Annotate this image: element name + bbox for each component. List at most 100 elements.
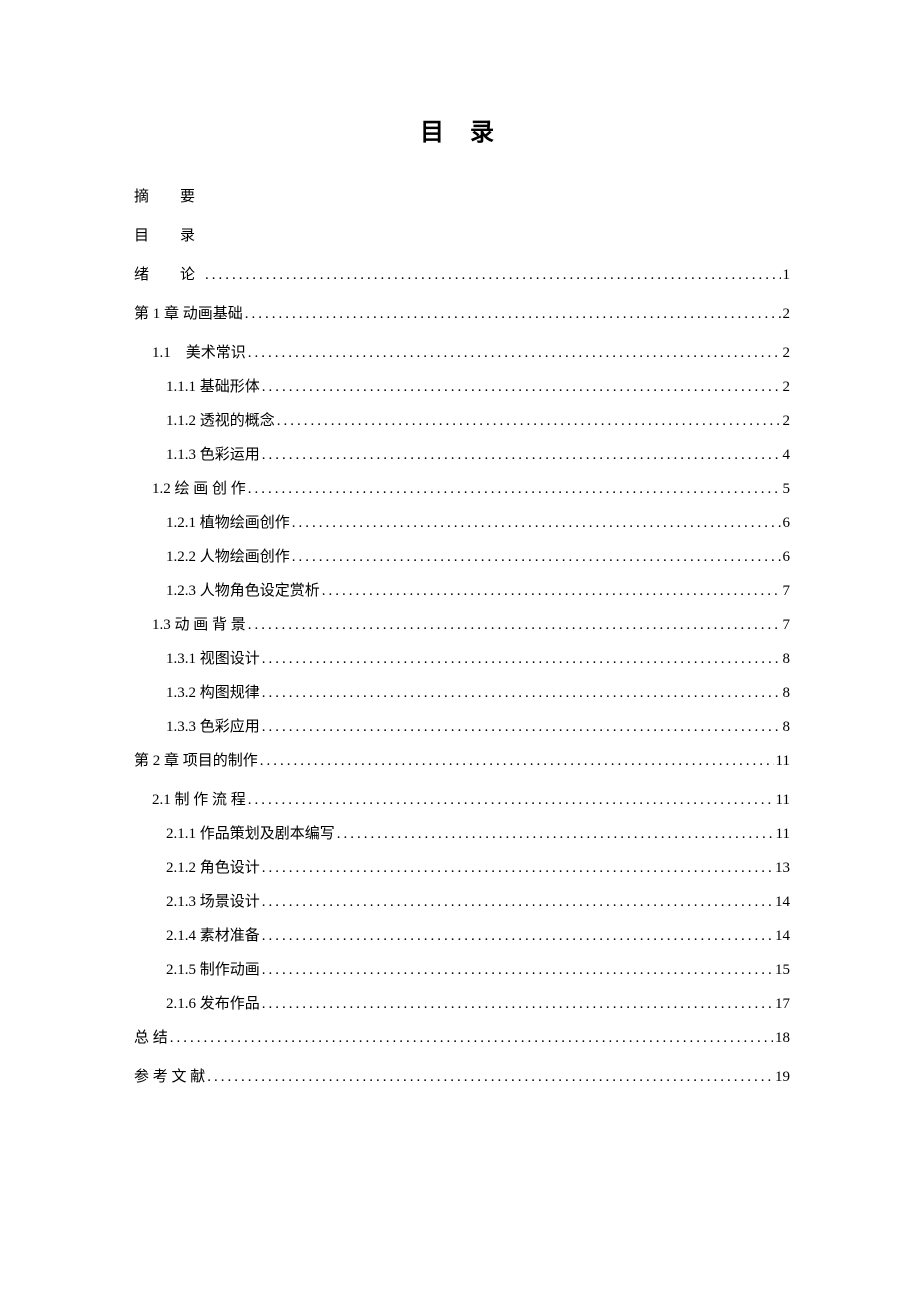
toc-dots bbox=[322, 583, 781, 600]
table-of-contents: 摘 要目 录绪 论1第 1 章 动画基础21.1 美术常识21.1.1 基础形体… bbox=[134, 185, 790, 1086]
toc-dots bbox=[262, 860, 773, 877]
toc-entry: 1.3.1 视图设计 8 bbox=[134, 647, 790, 668]
toc-entry: 1.3.2 构图规律 8 bbox=[134, 681, 790, 702]
toc-entry-label: 2.1.4 素材准备 bbox=[166, 924, 260, 945]
toc-dots bbox=[260, 753, 774, 770]
toc-entry-page: 2 bbox=[783, 379, 791, 396]
toc-entry-label: 1.3.3 色彩应用 bbox=[166, 715, 260, 736]
toc-entry-label: 1.1.2 透视的概念 bbox=[166, 409, 275, 430]
toc-entry: 2.1.1 作品策划及剧本编写 11 bbox=[134, 822, 790, 843]
toc-dots bbox=[262, 928, 773, 945]
toc-entry: 参 考 文 献 19 bbox=[134, 1065, 790, 1086]
toc-entry-label: 2.1.3 场景设计 bbox=[166, 890, 260, 911]
toc-entry: 2.1.6 发布作品 17 bbox=[134, 992, 790, 1013]
toc-entry-page: 5 bbox=[783, 481, 791, 498]
toc-entry-label: 绪 论 bbox=[134, 263, 203, 284]
toc-dots bbox=[262, 447, 781, 464]
toc-entry-label: 2.1.5 制作动画 bbox=[166, 958, 260, 979]
toc-entry: 1.1.2 透视的概念 2 bbox=[134, 409, 790, 430]
toc-entry: 绪 论 1 bbox=[134, 263, 790, 284]
toc-entry-page: 8 bbox=[783, 719, 791, 736]
toc-entry-label: 2.1.2 角色设计 bbox=[166, 856, 260, 877]
toc-entry: 第 1 章 动画基础 2 bbox=[134, 302, 790, 323]
toc-entry: 1.3 动 画 背 景 7 bbox=[134, 613, 790, 634]
toc-entry-page: 19 bbox=[775, 1069, 790, 1086]
toc-entry-label: 1.2.1 植物绘画创作 bbox=[166, 511, 290, 532]
toc-entry-page: 2 bbox=[783, 345, 791, 362]
toc-entry-label: 1.2.3 人物角色设定赏析 bbox=[166, 579, 320, 600]
toc-entry: 1.2.1 植物绘画创作 6 bbox=[134, 511, 790, 532]
page-title: 目 录 bbox=[134, 112, 790, 147]
toc-entry-page: 6 bbox=[783, 549, 791, 566]
toc-entry: 摘 要 bbox=[134, 185, 790, 206]
toc-dots bbox=[245, 306, 781, 323]
toc-entry-label: 1.2.2 人物绘画创作 bbox=[166, 545, 290, 566]
toc-entry-page: 11 bbox=[776, 826, 790, 843]
toc-dots bbox=[248, 481, 781, 498]
toc-entry-page: 2 bbox=[783, 413, 791, 430]
toc-dots bbox=[207, 1069, 773, 1086]
toc-entry-label: 1.3.2 构图规律 bbox=[166, 681, 260, 702]
toc-entry-label: 1.3 动 画 背 景 bbox=[152, 613, 246, 634]
toc-entry-page: 18 bbox=[775, 1030, 790, 1047]
toc-entry: 1.1.3 色彩运用 4 bbox=[134, 443, 790, 464]
toc-entry: 目 录 bbox=[134, 224, 790, 245]
toc-entry-page: 11 bbox=[776, 753, 790, 770]
toc-entry: 2.1.3 场景设计 14 bbox=[134, 890, 790, 911]
toc-dots bbox=[262, 719, 781, 736]
toc-entry: 1.3.3 色彩应用 8 bbox=[134, 715, 790, 736]
toc-entry-page: 8 bbox=[783, 651, 791, 668]
toc-dots bbox=[292, 515, 781, 532]
toc-entry-page: 17 bbox=[775, 996, 790, 1013]
toc-entry-label: 2.1 制 作 流 程 bbox=[152, 788, 246, 809]
toc-entry-label: 1.1.1 基础形体 bbox=[166, 375, 260, 396]
toc-dots bbox=[277, 413, 781, 430]
toc-entry-label: 1.3.1 视图设计 bbox=[166, 647, 260, 668]
toc-entry: 2.1 制 作 流 程 11 bbox=[134, 788, 790, 809]
toc-entry-page: 11 bbox=[776, 792, 790, 809]
toc-dots bbox=[262, 379, 781, 396]
toc-entry: 总 结 18 bbox=[134, 1026, 790, 1047]
toc-entry: 1.2 绘 画 创 作 5 bbox=[134, 477, 790, 498]
toc-dots bbox=[248, 617, 781, 634]
toc-entry-page: 15 bbox=[775, 962, 790, 979]
toc-dots bbox=[292, 549, 781, 566]
toc-entry-label: 1.2 绘 画 创 作 bbox=[152, 477, 246, 498]
toc-entry: 1.2.2 人物绘画创作 6 bbox=[134, 545, 790, 566]
toc-entry: 2.1.4 素材准备 14 bbox=[134, 924, 790, 945]
toc-entry: 1.1 美术常识 2 bbox=[134, 341, 790, 362]
toc-entry-page: 14 bbox=[775, 928, 790, 945]
toc-dots bbox=[262, 996, 773, 1013]
toc-entry-label: 总 结 bbox=[134, 1026, 168, 1047]
toc-entry: 1.1.1 基础形体 2 bbox=[134, 375, 790, 396]
toc-dots bbox=[337, 826, 774, 843]
toc-dots bbox=[262, 894, 773, 911]
toc-entry-label: 第 1 章 动画基础 bbox=[134, 302, 243, 323]
toc-entry-label: 目 录 bbox=[134, 224, 203, 245]
toc-entry-page: 7 bbox=[783, 617, 791, 634]
toc-entry-label: 参 考 文 献 bbox=[134, 1065, 205, 1086]
toc-entry-page: 14 bbox=[775, 894, 790, 911]
toc-entry: 2.1.5 制作动画 15 bbox=[134, 958, 790, 979]
toc-entry-label: 1.1.3 色彩运用 bbox=[166, 443, 260, 464]
toc-entry-page: 4 bbox=[783, 447, 791, 464]
toc-entry-label: 摘 要 bbox=[134, 185, 203, 206]
toc-dots bbox=[262, 651, 781, 668]
toc-entry-page: 6 bbox=[783, 515, 791, 532]
toc-entry-label: 2.1.6 发布作品 bbox=[166, 992, 260, 1013]
toc-entry: 第 2 章 项目的制作 11 bbox=[134, 749, 790, 770]
toc-dots bbox=[262, 685, 781, 702]
toc-entry-label: 第 2 章 项目的制作 bbox=[134, 749, 258, 770]
toc-dots bbox=[170, 1030, 773, 1047]
toc-entry-label: 1.1 美术常识 bbox=[152, 341, 246, 362]
toc-entry-page: 8 bbox=[783, 685, 791, 702]
toc-entry-label: 2.1.1 作品策划及剧本编写 bbox=[166, 822, 335, 843]
toc-dots bbox=[248, 792, 774, 809]
toc-entry: 1.2.3 人物角色设定赏析 7 bbox=[134, 579, 790, 600]
toc-entry-page: 7 bbox=[783, 583, 791, 600]
toc-entry-page: 1 bbox=[783, 267, 791, 284]
toc-entry-page: 13 bbox=[775, 860, 790, 877]
toc-dots bbox=[205, 267, 780, 284]
toc-entry-page: 2 bbox=[783, 306, 791, 323]
toc-dots bbox=[248, 345, 781, 362]
